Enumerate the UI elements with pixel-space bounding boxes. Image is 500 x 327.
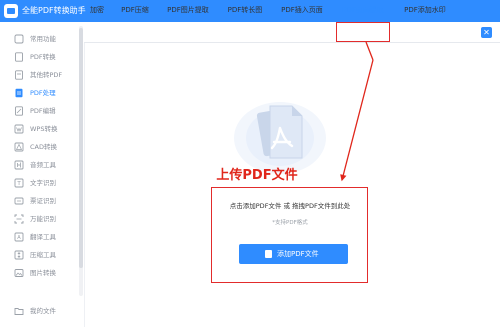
tab-pdf-to-long-image[interactable]: PDF转长图 bbox=[223, 0, 267, 20]
add-file-icon bbox=[265, 250, 272, 258]
sidebar-item-image[interactable]: 图片转换 bbox=[0, 265, 84, 281]
sidebar-item-label: 翻译工具 bbox=[30, 233, 56, 241]
compress-icon bbox=[14, 250, 24, 260]
wps-icon bbox=[14, 124, 24, 134]
sidebar-item-label: PDF编辑 bbox=[30, 107, 56, 115]
sidebar-item-label: 常用功能 bbox=[30, 35, 56, 43]
pdf-edit-icon bbox=[15, 106, 23, 116]
sidebar-item-label: WPS转换 bbox=[30, 125, 58, 133]
supported-format-note: *支持PDF格式 bbox=[272, 220, 308, 226]
pdf-file-illustration bbox=[234, 102, 326, 174]
pdf-convert-icon bbox=[15, 52, 23, 62]
sidebar-item-label: PDF转换 bbox=[30, 53, 56, 61]
tab-bar bbox=[84, 22, 500, 43]
tab-highlight-box bbox=[336, 22, 390, 42]
sidebar-item-wps[interactable]: WPS转换 bbox=[0, 121, 84, 137]
tab-pdf-page-extract[interactable]: PDF页面提取 bbox=[338, 0, 388, 20]
upload-annotation-heading: 上传PDF文件 bbox=[216, 168, 298, 183]
to-pdf-icon bbox=[15, 70, 23, 80]
drop-zone-text: 点击添加PDF文件 或 拖拽PDF文件到此处 bbox=[229, 202, 351, 210]
main-panel bbox=[85, 43, 500, 327]
sidebar-item-my-files[interactable]: 我的文件 bbox=[0, 303, 84, 319]
sidebar-item-label: 我的文件 bbox=[30, 307, 56, 315]
sidebar-item-common[interactable]: 常用功能 bbox=[0, 31, 84, 47]
sidebar-item-label: 压缩工具 bbox=[30, 251, 56, 259]
folder-icon bbox=[14, 308, 24, 315]
tab-pdf-image-extract[interactable]: PDF图片提取 bbox=[163, 0, 213, 20]
sidebar-item-pdf-process[interactable]: PDF处理 bbox=[0, 85, 84, 101]
add-pdf-button[interactable]: 添加PDF文件 bbox=[239, 244, 348, 264]
sidebar-item-pdf-convert[interactable]: PDF转换 bbox=[0, 49, 84, 65]
cad-icon bbox=[14, 142, 24, 152]
app-logo-icon bbox=[4, 4, 18, 18]
sidebar-item-compress[interactable]: 压缩工具 bbox=[0, 247, 84, 263]
tab-encrypt[interactable]: 加密 bbox=[84, 0, 110, 20]
sidebar-item-label: CAD转换 bbox=[30, 143, 57, 151]
sidebar-item-cad[interactable]: CAD转换 bbox=[0, 139, 84, 155]
translate-icon: A bbox=[14, 232, 24, 242]
tab-pdf-add-watermark[interactable]: PDF添加水印 bbox=[400, 0, 450, 20]
star-icon bbox=[14, 34, 24, 44]
sidebar-item-label: 其他转PDF bbox=[30, 71, 63, 79]
close-icon[interactable]: ✕ bbox=[481, 27, 492, 38]
image-icon bbox=[14, 269, 24, 277]
svg-text:A: A bbox=[17, 235, 21, 241]
sidebar-scrollbar-thumb[interactable] bbox=[79, 28, 83, 268]
app-title: 全能PDF转换助手 bbox=[22, 6, 86, 15]
sidebar-item-pdf-edit[interactable]: PDF编辑 bbox=[0, 103, 84, 119]
tab-pdf-insert-page[interactable]: PDF插入页面 bbox=[275, 0, 329, 20]
add-pdf-button-label: 添加PDF文件 bbox=[277, 250, 319, 258]
pdf-process-icon bbox=[15, 88, 23, 98]
sidebar-item-label: PDF处理 bbox=[30, 89, 56, 97]
sidebar-item-label: 图片转换 bbox=[30, 269, 56, 277]
sidebar-item-translate[interactable]: A 翻译工具 bbox=[0, 229, 84, 245]
tab-pdf-compress[interactable]: PDF压缩 bbox=[113, 0, 157, 20]
sidebar-item-to-pdf[interactable]: 其他转PDF bbox=[0, 67, 84, 83]
